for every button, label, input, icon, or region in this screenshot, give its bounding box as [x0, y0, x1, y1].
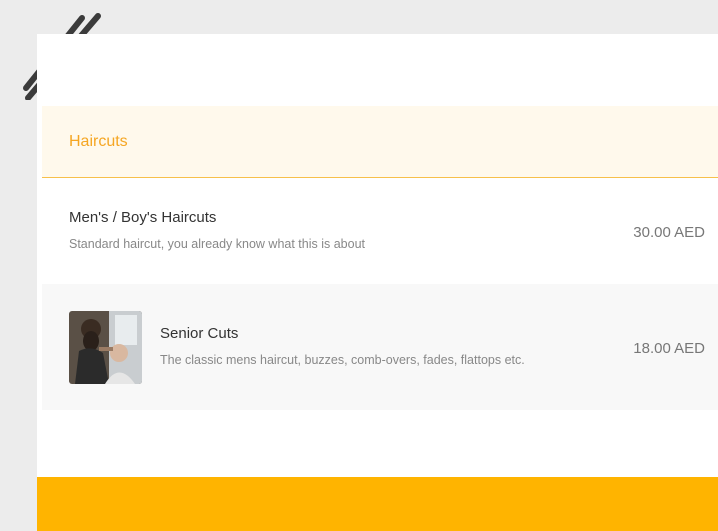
service-name: Men's / Boy's Haircuts	[69, 209, 217, 226]
section-header: Haircuts	[42, 106, 718, 178]
service-row[interactable]: Senior Cuts The classic mens haircut, bu…	[42, 284, 718, 410]
card-edge	[37, 423, 43, 477]
service-description: The classic mens haircut, buzzes, comb-o…	[160, 353, 525, 367]
service-price: 30.00 AED	[633, 224, 705, 241]
service-price: 18.00 AED	[633, 340, 705, 357]
section-title: Haircuts	[69, 132, 128, 150]
service-description: Standard haircut, you already know what …	[69, 237, 366, 251]
barber-photo-icon	[69, 311, 142, 384]
service-name: Senior Cuts	[160, 325, 239, 342]
service-thumbnail	[69, 311, 142, 384]
footer-bar	[37, 477, 718, 531]
service-row[interactable]: Men's / Boy's Haircuts Standard haircut,…	[42, 179, 718, 284]
